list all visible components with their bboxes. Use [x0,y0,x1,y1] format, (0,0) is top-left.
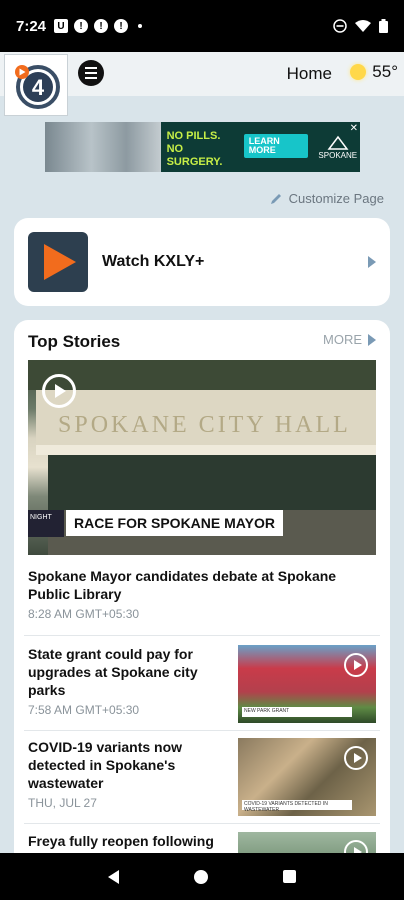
watch-label: Watch KXLY+ [102,253,205,270]
play-icon [344,653,368,677]
pencil-icon [270,193,281,204]
recent-apps-icon[interactable] [283,870,297,883]
hero-caption: RACE FOR SPOKANE MAYOR [66,510,283,536]
story-thumbnail: COVID-19 VARIANTS DETECTED IN WASTEWATER [238,738,376,816]
watch-play-logo [28,232,88,292]
divider [24,823,380,824]
play-icon[interactable] [42,374,76,408]
wifi-icon [355,19,371,32]
customize-page-button[interactable]: Customize Page [269,191,384,206]
divider [24,730,380,731]
notification-icons: U ! ! ! [54,19,143,33]
list-item[interactable]: Freya fully reopen following [28,832,376,880]
svg-text:4: 4 [32,75,45,100]
ad-brand-label: SPOKANE [318,150,358,160]
system-icons [333,19,388,33]
thumbnail-caption: COVID-19 VARIANTS DETECTED IN WASTEWATER [242,800,352,813]
more-label: MORE [323,332,362,347]
story-title: Freya fully reopen following [28,833,214,849]
story-title: State grant could pay for upgrades at Sp… [28,646,198,698]
list-item[interactable]: COVID-19 variants now detected in Spokan… [28,738,376,816]
menu-line [85,77,97,79]
play-icon [344,746,368,770]
spokane-logo-icon [327,135,349,150]
home-icon[interactable] [193,869,208,884]
ad-headline: NO PILLS. NO SURGERY. [166,130,223,168]
svg-text:SPOKANE CITY HALL: SPOKANE CITY HALL [58,412,351,438]
more-notifications-dot [138,24,143,28]
menu-button[interactable] [78,60,104,86]
chevron-right-icon [368,333,376,346]
back-icon[interactable] [107,869,119,884]
system-navigation-bar [0,853,404,900]
ad-photo [45,122,161,172]
temperature: 55° [372,62,398,81]
orange-play-icon [44,244,76,280]
watch-kxly-card[interactable]: Watch KXLY+ [14,218,390,306]
top-stories-section: Top Stories MORE SPOKANE CITY HALL NIGHT… [14,320,390,880]
more-button[interactable]: MORE [323,332,376,347]
list-item[interactable]: State grant could pay for upgrades at Sp… [28,645,376,723]
kxly-logo[interactable]: 4 [4,54,68,116]
customize-label: Customize Page [288,191,384,206]
kxly-4-logo-icon: 4 [15,65,60,109]
sun-icon [350,64,367,80]
battery-icon [379,19,388,33]
ad-learn-more-button[interactable]: LEARN MORE [243,134,308,158]
story-title: COVID-19 variants now detected in Spokan… [28,739,183,791]
status-bar: 7:24 U ! ! ! [0,0,404,52]
divider [24,635,380,636]
thumbnail-caption: NEW PARK GRANT [242,707,352,717]
hero-video-thumbnail[interactable]: SPOKANE CITY HALL NIGHT RACE FOR SPOKANE… [28,360,376,555]
weather-widget[interactable]: 55° [350,62,398,82]
home-label[interactable]: Home [287,64,332,84]
u-notification-icon: U [54,19,69,33]
alert-icon: ! [74,19,89,33]
ad-banner[interactable]: NO PILLS. NO SURGERY. LEARN MORE SPOKANE… [45,122,360,172]
ad-close-icon[interactable]: ✕ [350,123,358,134]
story-thumbnail: NEW PARK GRANT [238,645,376,723]
section-title: Top Stories [28,332,121,351]
alert-icon: ! [94,19,109,33]
menu-line [85,72,97,74]
do-not-disturb-icon [333,19,347,33]
hero-timestamp: 8:28 AM GMT+05:30 [28,607,140,621]
app-header: 4 Home 55° [0,52,404,116]
status-time: 7:24 [16,17,47,35]
hero-title[interactable]: Spokane Mayor candidates debate at Spoka… [28,567,374,603]
hero-tag: NIGHT [28,510,64,537]
menu-line [85,67,97,69]
alert-icon: ! [114,19,129,33]
chevron-right-icon [368,256,376,268]
